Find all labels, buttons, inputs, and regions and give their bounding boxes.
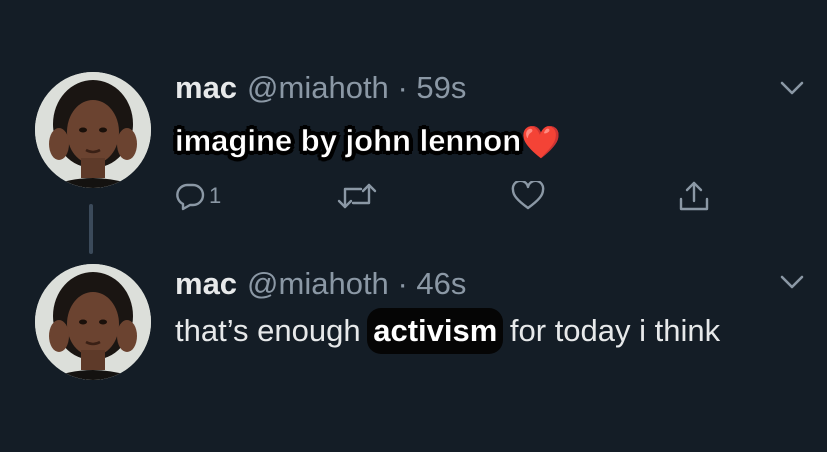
text-sticker: activism xyxy=(367,308,504,354)
avatar[interactable] xyxy=(35,264,151,380)
reply-count: 1 xyxy=(209,183,222,208)
username[interactable]: @miahoth xyxy=(247,266,389,301)
separator: · xyxy=(397,70,408,105)
tweet-header: mac @miahoth · 59s xyxy=(175,70,466,106)
tweet-2[interactable]: mac @miahoth · 46s that’s enough activism… xyxy=(0,240,827,452)
avatar-image xyxy=(35,264,151,380)
share-button[interactable] xyxy=(677,176,711,216)
tweet-text: that’s enough activism for today i think xyxy=(175,308,775,354)
tweet-1[interactable]: mac @miahoth · 59s imagine by john lennon… xyxy=(0,0,827,254)
reply-button[interactable]: 1 xyxy=(175,176,221,216)
tweet-text-after: for today i think xyxy=(501,313,721,348)
text-sticker-label: activism xyxy=(373,313,498,348)
text-sticker: imagine by john lennon xyxy=(175,123,522,159)
display-name[interactable]: mac xyxy=(175,70,237,105)
retweet-icon xyxy=(337,183,377,209)
chevron-down-icon[interactable] xyxy=(779,272,805,292)
separator: · xyxy=(397,266,408,301)
tweet-text: imagine by john lennon❤️ xyxy=(175,118,775,165)
heart-emoji: ❤️ xyxy=(521,124,562,160)
username[interactable]: @miahoth xyxy=(247,70,389,105)
avatar[interactable] xyxy=(35,72,151,188)
timestamp[interactable]: 46s xyxy=(416,266,466,301)
reply-icon xyxy=(176,183,205,211)
tweet-actions: 1 xyxy=(175,176,735,216)
tweet-header: mac @miahoth · 46s xyxy=(175,266,466,302)
share-icon xyxy=(679,181,709,211)
like-button[interactable] xyxy=(511,176,545,216)
tweet-text-before: that’s enough xyxy=(175,313,370,348)
retweet-button[interactable] xyxy=(337,176,377,216)
like-icon xyxy=(511,181,545,210)
avatar-image xyxy=(35,72,151,188)
timestamp[interactable]: 59s xyxy=(416,70,466,105)
chevron-down-icon[interactable] xyxy=(779,78,805,98)
display-name[interactable]: mac xyxy=(175,266,237,301)
